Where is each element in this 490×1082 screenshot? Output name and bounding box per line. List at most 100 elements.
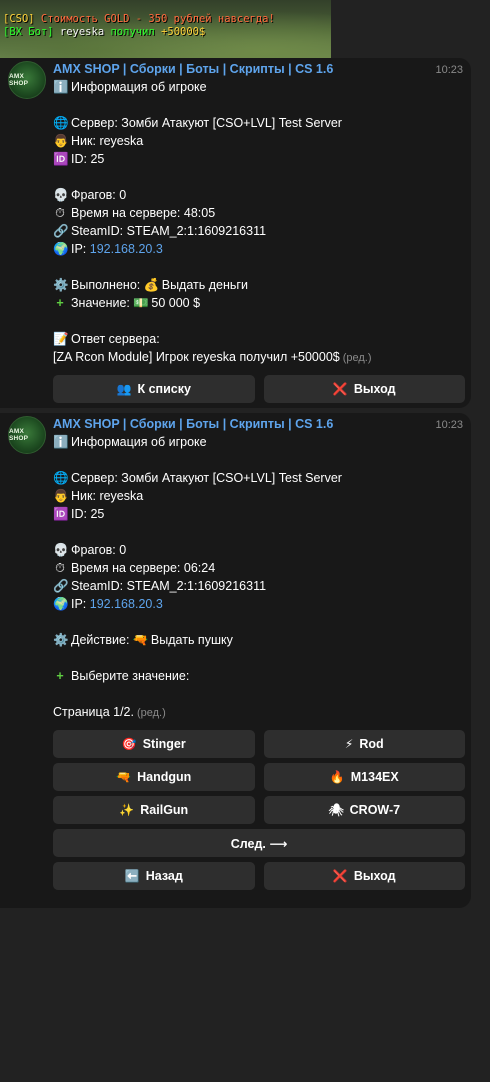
message-1: AMX SHOP AMX SHOP | Сборки | Боты | Скри… <box>0 58 471 408</box>
next-page-button[interactable]: След. ⟶ <box>53 829 465 857</box>
money-bag-icon: 💰 <box>143 278 160 292</box>
done-label: Выполнено: <box>71 278 141 292</box>
avatar[interactable]: AMX SHOP <box>8 61 46 99</box>
ip-link[interactable]: 192.168.20.3 <box>90 242 163 256</box>
ip-label: IP: <box>71 242 87 256</box>
edited-label: (ред.) <box>342 352 372 364</box>
steam-label: SteamID: <box>71 224 124 238</box>
stopwatch-icon: ⏱ <box>55 206 65 220</box>
game-chat-amount: +50000$ <box>154 26 206 38</box>
sender-name[interactable]: AMX SHOP | Сборки | Боты | Скрипты | CS … <box>53 417 333 431</box>
game-chat-tag: [BX Бот] <box>3 26 54 38</box>
game-chat-text: Стоимость GOLD - 350 рублей навсегда! <box>34 13 275 25</box>
message-2: AMX SHOP AMX SHOP | Сборки | Боты | Скри… <box>0 413 471 908</box>
id-icon: 🆔 <box>53 152 69 166</box>
link-icon: 🔗 <box>53 224 69 238</box>
skull-icon: 💀 <box>53 543 69 557</box>
steam-label: SteamID: <box>71 579 124 593</box>
link-icon: 🔗 <box>53 579 69 593</box>
weapon-button-railgun[interactable]: ✨ RailGun <box>53 796 255 824</box>
exit-button[interactable]: ❌ Выход <box>263 375 465 403</box>
fire-icon: 🔥 <box>329 770 345 784</box>
id-value: 25 <box>90 152 105 166</box>
ip-link[interactable]: 192.168.20.3 <box>90 597 163 611</box>
banknote-icon: 💵 <box>133 296 149 310</box>
frags-value: 0 <box>119 188 127 202</box>
button-label: Назад <box>145 869 183 883</box>
left-arrow-icon: ⬅️ <box>124 869 140 883</box>
spider-icon: 🕷 <box>328 803 344 817</box>
back-to-list-button[interactable]: 👥 К списку <box>53 375 255 403</box>
id-value: 25 <box>90 507 105 521</box>
cross-icon: ❌ <box>332 382 348 396</box>
edited-label: (ред.) <box>136 707 166 719</box>
plus-icon: + <box>56 669 64 683</box>
message-title: Информация об игроке <box>71 435 207 449</box>
server-label: Сервер: <box>71 116 118 130</box>
game-screenshot[interactable]: [CSO] Стоимость GOLD - 350 рублей навсег… <box>0 0 331 58</box>
game-chat-action: получил <box>104 26 155 38</box>
message-title: Информация об игроке <box>71 80 207 94</box>
nick-label: Ник: <box>71 134 96 148</box>
button-label: К списку <box>137 382 191 396</box>
avatar[interactable]: AMX SHOP <box>8 416 46 454</box>
id-label: ID: <box>71 507 87 521</box>
button-label: Handgun <box>137 770 192 784</box>
action-value: Выдать пушку <box>150 633 233 647</box>
game-chat-line-1: [CSO] Стоимость GOLD - 350 рублей навсег… <box>0 13 331 26</box>
target-icon: 🎯 <box>121 737 137 751</box>
back-button[interactable]: ⬅️ Назад <box>53 862 255 890</box>
frags-value: 0 <box>119 543 127 557</box>
person-icon: 👨 <box>53 489 69 503</box>
earth-icon: 🌍 <box>53 242 69 256</box>
info-icon: ℹ️ <box>53 80 69 94</box>
cross-icon: ❌ <box>332 869 348 883</box>
server-value: Зомби Атакуют [CSO+LVL] Test Server <box>121 116 342 130</box>
button-label: Rod <box>359 737 384 751</box>
avatar-label: AMX SHOP <box>9 428 29 442</box>
info-icon: ℹ️ <box>53 435 69 449</box>
weapon-button-stinger[interactable]: 🎯 Stinger <box>53 730 255 758</box>
button-label: След. ⟶ <box>230 836 288 851</box>
skull-icon: 💀 <box>53 188 69 202</box>
message-time: 10:23 <box>435 64 463 76</box>
choose-label: Выберите значение: <box>71 669 190 683</box>
weapon-button-crow7[interactable]: 🕷 CROW-7 <box>263 796 465 824</box>
gun-icon: 🔫 <box>132 633 149 647</box>
server-label: Сервер: <box>71 471 118 485</box>
game-chat-player: reyeska <box>53 26 105 38</box>
id-icon: 🆔 <box>53 507 69 521</box>
action-label: Действие: <box>71 633 130 647</box>
users-icon: 👥 <box>116 382 132 396</box>
value-label: Значение: <box>71 296 130 310</box>
globe-icon: 🌐 <box>53 471 69 485</box>
value-value: 50 000 $ <box>151 296 201 310</box>
nick-value: reyeska <box>99 134 144 148</box>
message-time: 10:23 <box>435 419 463 431</box>
weapon-button-rod[interactable]: ⚡ Rod <box>263 730 465 758</box>
time-label: Время на сервере: <box>71 206 181 220</box>
stopwatch-icon: ⏱ <box>55 561 65 575</box>
game-chat-tag: [CSO] <box>3 13 35 25</box>
exit-button[interactable]: ❌ Выход <box>263 862 465 890</box>
person-icon: 👨 <box>53 134 69 148</box>
server-value: Зомби Атакуют [CSO+LVL] Test Server <box>121 471 342 485</box>
inline-keyboard: 👥 К списку ❌ Выход <box>53 375 465 408</box>
done-value: Выдать деньги <box>161 278 248 292</box>
response-label: Ответ сервера: <box>71 332 160 346</box>
frags-label: Фрагов: <box>71 188 116 202</box>
steam-value: STEAM_2:1:1609216311 <box>126 224 267 238</box>
gear-icon: ⚙️ <box>53 633 69 647</box>
weapon-button-m134ex[interactable]: 🔥 M134EX <box>263 763 465 791</box>
avatar-label: AMX SHOP <box>9 73 29 87</box>
steam-value: STEAM_2:1:1609216311 <box>126 579 267 593</box>
game-chat-line-2: [BX Бот] reyeska получил +50000$ <box>0 26 331 39</box>
button-label: Выход <box>353 382 396 396</box>
time-label: Время на сервере: <box>71 561 181 575</box>
globe-icon: 🌐 <box>53 116 69 130</box>
button-label: Выход <box>353 869 396 883</box>
gear-icon: ⚙️ <box>53 278 69 292</box>
button-label: CROW-7 <box>349 803 401 817</box>
weapon-button-handgun[interactable]: 🔫 Handgun <box>53 763 255 791</box>
sender-name[interactable]: AMX SHOP | Сборки | Боты | Скрипты | CS … <box>53 62 333 76</box>
